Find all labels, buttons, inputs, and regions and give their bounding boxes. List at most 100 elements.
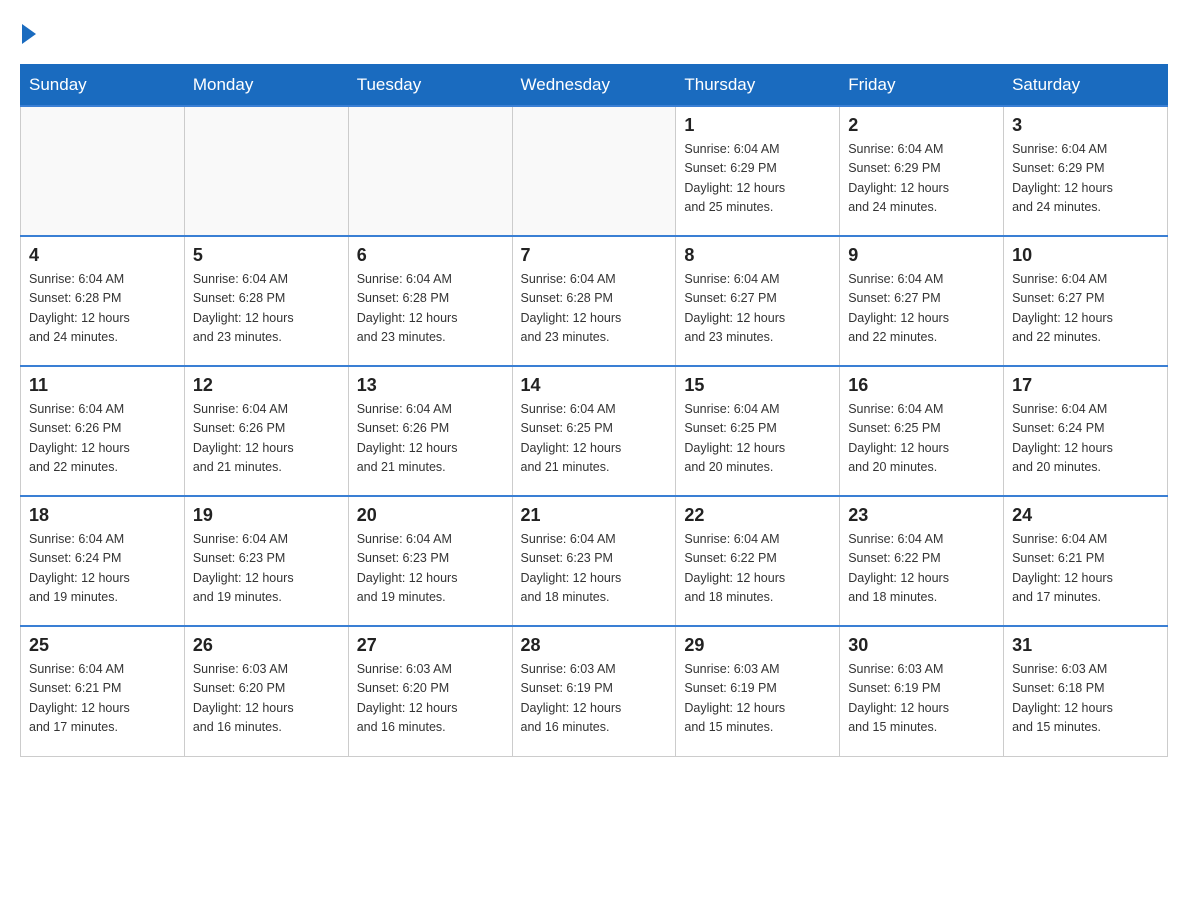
day-info: Sunrise: 6:04 AMSunset: 6:26 PMDaylight:… [29,400,176,478]
calendar-cell: 11 Sunrise: 6:04 AMSunset: 6:26 PMDayligh… [21,366,185,496]
day-number: 20 [357,505,504,526]
calendar-cell: 29Sunrise: 6:03 AMSunset: 6:19 PMDayligh… [676,626,840,756]
page-header [20,20,1168,44]
calendar-cell: 20 Sunrise: 6:04 AMSunset: 6:23 PMDayligh… [348,496,512,626]
calendar-cell: 15 Sunrise: 6:04 AMSunset: 6:25 PMDayligh… [676,366,840,496]
day-info: Sunrise: 6:04 AMSunset: 6:29 PMDaylight:… [848,140,995,218]
calendar-cell: 17 Sunrise: 6:04 AMSunset: 6:24 PMDayligh… [1004,366,1168,496]
calendar-cell: 3 Sunrise: 6:04 AMSunset: 6:29 PMDaylight… [1004,106,1168,236]
day-info: Sunrise: 6:04 AMSunset: 6:28 PMDaylight:… [193,270,340,348]
day-number: 14 [521,375,668,396]
day-info: Sunrise: 6:04 AMSunset: 6:28 PMDaylight:… [521,270,668,348]
day-number: 27 [357,635,504,656]
day-number: 2 [848,115,995,136]
day-info: Sunrise: 6:04 AMSunset: 6:26 PMDaylight:… [193,400,340,478]
calendar-cell: 16 Sunrise: 6:04 AMSunset: 6:25 PMDayligh… [840,366,1004,496]
day-number: 25 [29,635,176,656]
calendar-cell: 31Sunrise: 6:03 AMSunset: 6:18 PMDayligh… [1004,626,1168,756]
day-number: 6 [357,245,504,266]
day-info: Sunrise: 6:04 AMSunset: 6:25 PMDaylight:… [848,400,995,478]
calendar-cell: 1 Sunrise: 6:04 AMSunset: 6:29 PMDaylight… [676,106,840,236]
calendar-cell: 14 Sunrise: 6:04 AMSunset: 6:25 PMDayligh… [512,366,676,496]
day-number: 16 [848,375,995,396]
day-info: Sunrise: 6:04 AMSunset: 6:25 PMDaylight:… [521,400,668,478]
day-number: 30 [848,635,995,656]
day-info: Sunrise: 6:04 AMSunset: 6:27 PMDaylight:… [1012,270,1159,348]
day-number: 13 [357,375,504,396]
day-number: 15 [684,375,831,396]
day-info: Sunrise: 6:04 AMSunset: 6:23 PMDaylight:… [357,530,504,608]
day-number: 17 [1012,375,1159,396]
day-info: Sunrise: 6:04 AMSunset: 6:22 PMDaylight:… [848,530,995,608]
day-number: 3 [1012,115,1159,136]
day-info: Sunrise: 6:03 AMSunset: 6:19 PMDaylight:… [684,660,831,738]
day-info: Sunrise: 6:04 AMSunset: 6:21 PMDaylight:… [1012,530,1159,608]
day-of-week-header: Friday [840,65,1004,107]
calendar-cell: 19 Sunrise: 6:04 AMSunset: 6:23 PMDayligh… [184,496,348,626]
day-number: 10 [1012,245,1159,266]
day-info: Sunrise: 6:04 AMSunset: 6:21 PMDaylight:… [29,660,176,738]
calendar-week-row: 11 Sunrise: 6:04 AMSunset: 6:26 PMDayligh… [21,366,1168,496]
calendar-week-row: 1 Sunrise: 6:04 AMSunset: 6:29 PMDaylight… [21,106,1168,236]
day-info: Sunrise: 6:04 AMSunset: 6:27 PMDaylight:… [848,270,995,348]
day-number: 8 [684,245,831,266]
calendar-cell: 18Sunrise: 6:04 AMSunset: 6:24 PMDayligh… [21,496,185,626]
logo-triangle-icon [22,24,36,44]
day-of-week-header: Saturday [1004,65,1168,107]
day-info: Sunrise: 6:03 AMSunset: 6:20 PMDaylight:… [193,660,340,738]
calendar-cell: 30 Sunrise: 6:03 AMSunset: 6:19 PMDayligh… [840,626,1004,756]
day-number: 1 [684,115,831,136]
day-of-week-header: Sunday [21,65,185,107]
calendar-cell: 23 Sunrise: 6:04 AMSunset: 6:22 PMDayligh… [840,496,1004,626]
day-number: 18 [29,505,176,526]
calendar-week-row: 18Sunrise: 6:04 AMSunset: 6:24 PMDayligh… [21,496,1168,626]
calendar-cell [184,106,348,236]
calendar-cell [348,106,512,236]
calendar-cell: 27 Sunrise: 6:03 AMSunset: 6:20 PMDayligh… [348,626,512,756]
day-number: 5 [193,245,340,266]
calendar-cell: 22Sunrise: 6:04 AMSunset: 6:22 PMDayligh… [676,496,840,626]
day-info: Sunrise: 6:04 AMSunset: 6:23 PMDaylight:… [193,530,340,608]
day-number: 22 [684,505,831,526]
calendar-cell: 7 Sunrise: 6:04 AMSunset: 6:28 PMDaylight… [512,236,676,366]
logo [20,20,36,44]
day-number: 26 [193,635,340,656]
day-of-week-header: Tuesday [348,65,512,107]
day-number: 4 [29,245,176,266]
day-number: 9 [848,245,995,266]
calendar-cell: 6Sunrise: 6:04 AMSunset: 6:28 PMDaylight… [348,236,512,366]
calendar-cell: 10 Sunrise: 6:04 AMSunset: 6:27 PMDayligh… [1004,236,1168,366]
calendar-cell: 9 Sunrise: 6:04 AMSunset: 6:27 PMDaylight… [840,236,1004,366]
day-info: Sunrise: 6:04 AMSunset: 6:28 PMDaylight:… [29,270,176,348]
day-info: Sunrise: 6:04 AMSunset: 6:29 PMDaylight:… [1012,140,1159,218]
day-info: Sunrise: 6:03 AMSunset: 6:20 PMDaylight:… [357,660,504,738]
calendar-cell: 12 Sunrise: 6:04 AMSunset: 6:26 PMDayligh… [184,366,348,496]
day-number: 7 [521,245,668,266]
calendar-cell: 5 Sunrise: 6:04 AMSunset: 6:28 PMDaylight… [184,236,348,366]
day-of-week-header: Monday [184,65,348,107]
day-number: 19 [193,505,340,526]
day-of-week-header: Thursday [676,65,840,107]
day-number: 12 [193,375,340,396]
calendar-week-row: 25 Sunrise: 6:04 AMSunset: 6:21 PMDayligh… [21,626,1168,756]
day-number: 11 [29,375,176,396]
day-of-week-header: Wednesday [512,65,676,107]
calendar-cell [512,106,676,236]
day-info: Sunrise: 6:03 AMSunset: 6:18 PMDaylight:… [1012,660,1159,738]
day-info: Sunrise: 6:04 AMSunset: 6:26 PMDaylight:… [357,400,504,478]
calendar-cell: 28Sunrise: 6:03 AMSunset: 6:19 PMDayligh… [512,626,676,756]
day-info: Sunrise: 6:03 AMSunset: 6:19 PMDaylight:… [848,660,995,738]
calendar-cell: 13 Sunrise: 6:04 AMSunset: 6:26 PMDayligh… [348,366,512,496]
calendar-cell: 25 Sunrise: 6:04 AMSunset: 6:21 PMDayligh… [21,626,185,756]
calendar-cell: 2 Sunrise: 6:04 AMSunset: 6:29 PMDaylight… [840,106,1004,236]
day-info: Sunrise: 6:04 AMSunset: 6:29 PMDaylight:… [684,140,831,218]
calendar-week-row: 4 Sunrise: 6:04 AMSunset: 6:28 PMDaylight… [21,236,1168,366]
calendar-cell: 21Sunrise: 6:04 AMSunset: 6:23 PMDayligh… [512,496,676,626]
calendar-cell: 24Sunrise: 6:04 AMSunset: 6:21 PMDayligh… [1004,496,1168,626]
day-info: Sunrise: 6:04 AMSunset: 6:24 PMDaylight:… [1012,400,1159,478]
day-info: Sunrise: 6:04 AMSunset: 6:27 PMDaylight:… [684,270,831,348]
calendar-cell [21,106,185,236]
day-number: 23 [848,505,995,526]
calendar-cell: 4 Sunrise: 6:04 AMSunset: 6:28 PMDaylight… [21,236,185,366]
day-info: Sunrise: 6:04 AMSunset: 6:25 PMDaylight:… [684,400,831,478]
